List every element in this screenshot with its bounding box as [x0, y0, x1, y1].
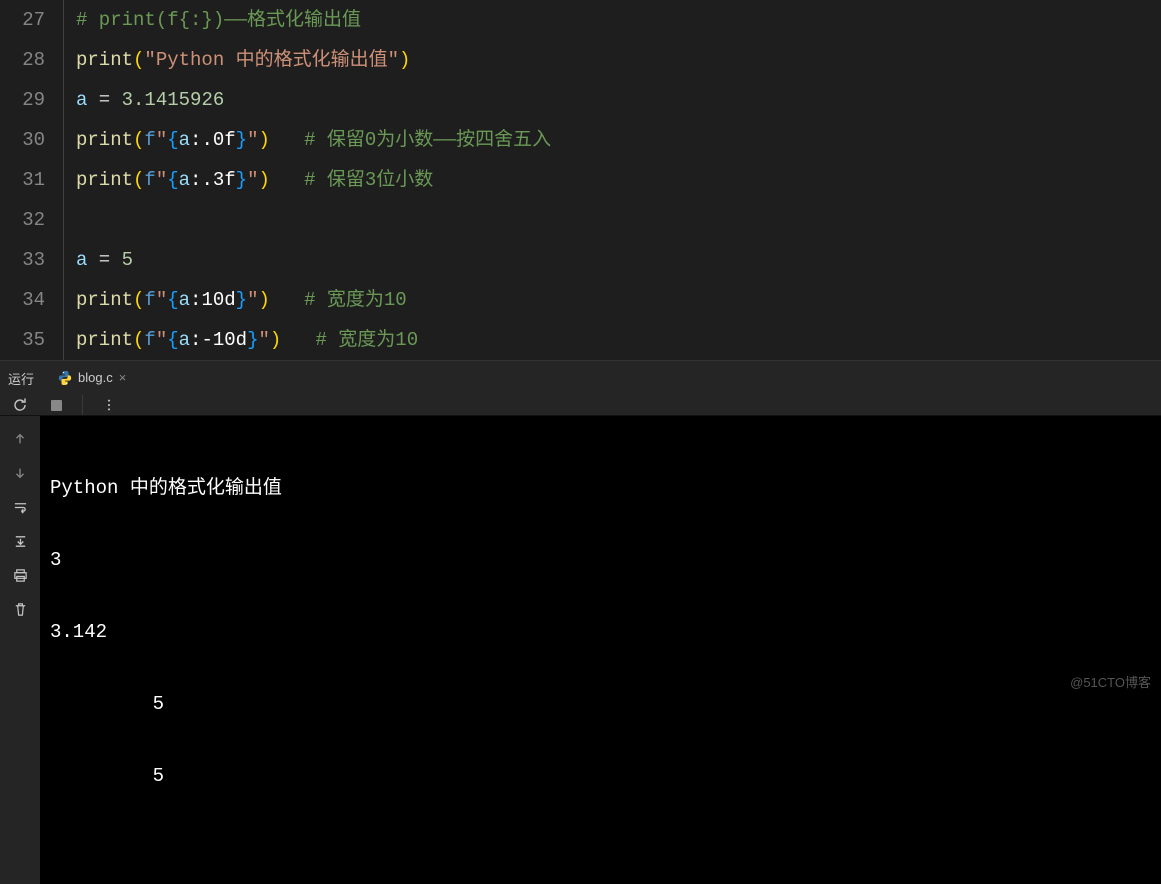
comment-text: # 宽度为10	[316, 329, 419, 351]
stop-icon[interactable]	[46, 395, 66, 415]
code-line[interactable]: print(f"{a:.3f}") # 保留3位小数	[76, 160, 1161, 200]
terminal-action-bar	[0, 416, 40, 884]
comment-text: # 保留0为小数——按四舍五入	[304, 129, 551, 151]
line-number: 34	[0, 280, 45, 320]
terminal-line: 5	[50, 686, 1151, 722]
code-line[interactable]: a = 3.1415926	[76, 80, 1161, 120]
scroll-to-end-icon[interactable]	[11, 532, 29, 550]
code-line[interactable]: print("Python 中的格式化输出值")	[76, 40, 1161, 80]
variable: a	[76, 249, 87, 271]
code-line[interactable]	[76, 200, 1161, 240]
run-toolbar	[0, 395, 1161, 416]
more-actions-icon[interactable]	[99, 395, 119, 415]
func-name: print	[76, 169, 133, 191]
arrow-up-icon[interactable]	[11, 430, 29, 448]
terminal-area: Python 中的格式化输出值 3 3.142 5 5	[0, 416, 1161, 884]
code-line[interactable]: # print(f{:})——格式化输出值	[76, 0, 1161, 40]
line-number: 30	[0, 120, 45, 160]
panel-tab-bar: 运行 blog.c ×	[0, 360, 1161, 395]
code-line[interactable]: print(f"{a:.0f}") # 保留0为小数——按四舍五入	[76, 120, 1161, 160]
python-file-icon	[58, 371, 72, 385]
arrow-down-icon[interactable]	[11, 464, 29, 482]
line-number: 28	[0, 40, 45, 80]
func-name: print	[76, 49, 133, 71]
terminal-output[interactable]: Python 中的格式化输出值 3 3.142 5 5	[40, 416, 1161, 884]
run-file-tab[interactable]: blog.c ×	[48, 361, 136, 396]
line-number: 31	[0, 160, 45, 200]
comment-text: # 宽度为10	[304, 289, 407, 311]
comment-text: # print(f{:})——格式化输出值	[76, 9, 361, 31]
code-line[interactable]: print(f"{a:-10d}") # 宽度为10	[76, 320, 1161, 360]
trash-icon[interactable]	[11, 600, 29, 618]
func-name: print	[76, 329, 133, 351]
func-name: print	[76, 129, 133, 151]
terminal-line: Python 中的格式化输出值	[50, 470, 1151, 506]
number-literal: 3.1415926	[122, 89, 225, 111]
rerun-icon[interactable]	[10, 395, 30, 415]
line-number: 32	[0, 200, 45, 240]
terminal-line: 5	[50, 758, 1151, 794]
line-number: 35	[0, 320, 45, 360]
code-editor[interactable]: 27 28 29 30 31 32 33 34 35 # print(f{:})…	[0, 0, 1161, 360]
line-number: 33	[0, 240, 45, 280]
watermark-text: @51CTO博客	[1070, 672, 1151, 691]
func-name: print	[76, 289, 133, 311]
line-number-gutter: 27 28 29 30 31 32 33 34 35	[0, 0, 64, 360]
number-literal: 5	[122, 249, 133, 271]
variable: a	[76, 89, 87, 111]
separator	[82, 395, 83, 415]
run-file-name: blog.c	[78, 370, 113, 385]
terminal-line: 3.142	[50, 614, 1151, 650]
string-literal: "Python 中的格式化输出值"	[144, 49, 399, 71]
terminal-line: 3	[50, 542, 1151, 578]
code-area[interactable]: # print(f{:})——格式化输出值 print("Python 中的格式…	[64, 0, 1161, 360]
code-line[interactable]: a = 5	[76, 240, 1161, 280]
comment-text: # 保留3位小数	[304, 169, 433, 191]
line-number: 29	[0, 80, 45, 120]
close-tab-icon[interactable]: ×	[119, 370, 127, 385]
print-icon[interactable]	[11, 566, 29, 584]
line-number: 27	[0, 0, 45, 40]
soft-wrap-icon[interactable]	[11, 498, 29, 516]
panel-run-label[interactable]: 运行	[8, 369, 34, 388]
code-line[interactable]: print(f"{a:10d}") # 宽度为10	[76, 280, 1161, 320]
